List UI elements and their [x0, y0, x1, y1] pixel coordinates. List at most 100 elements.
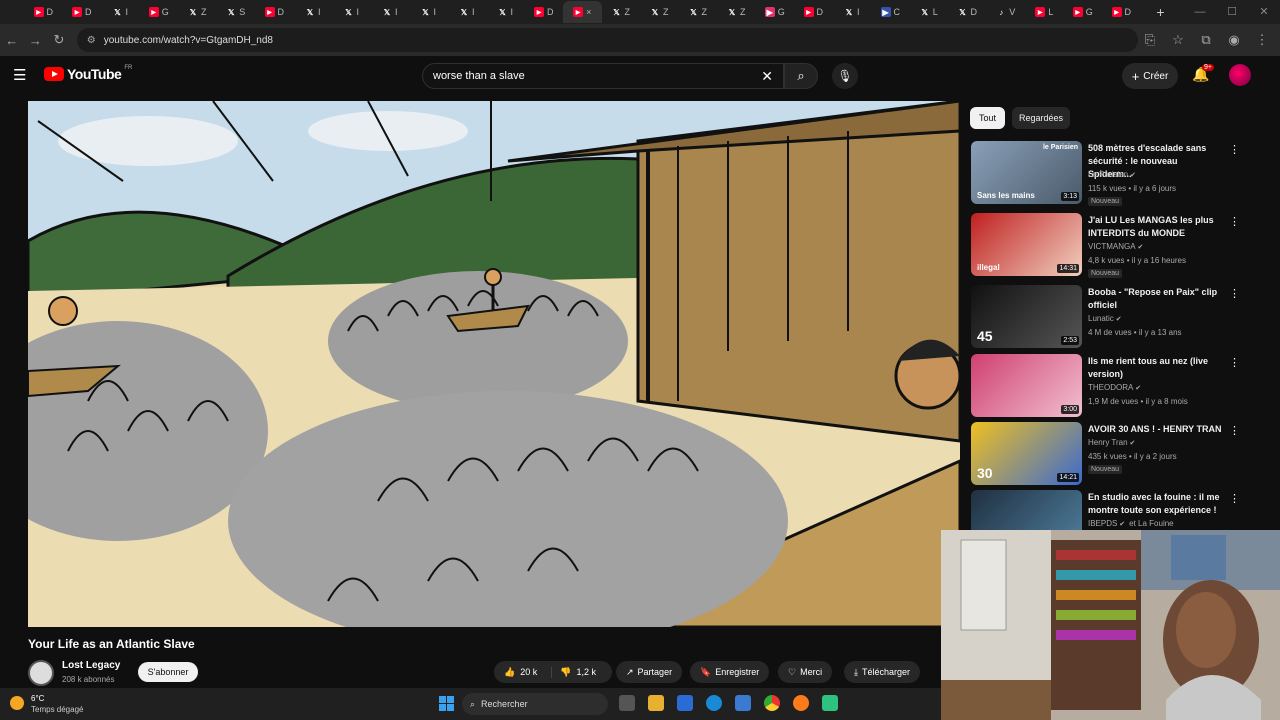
store-icon[interactable]	[735, 695, 751, 711]
more-options-icon[interactable]: ⋮	[1229, 356, 1240, 369]
bookmark-star-icon[interactable]: ☆	[1166, 32, 1190, 48]
channel-name[interactable]: Lost Legacy	[62, 660, 120, 671]
browser-tab[interactable]: ▶ G	[756, 1, 795, 23]
profile-icon[interactable]: ◉	[1222, 32, 1246, 48]
browser-tab[interactable]: 𝕏Z	[602, 1, 641, 23]
recommended-channel-name[interactable]: Lunatic ✔	[1088, 314, 1122, 323]
windows-start-icon[interactable]	[439, 696, 454, 711]
browser-tab[interactable]: 𝕏D	[948, 1, 987, 23]
search-button[interactable]: ⌕	[784, 63, 818, 89]
edge-browser-icon[interactable]	[706, 695, 722, 711]
recommended-video-title[interactable]: Ils me rient tous au nez (live version)	[1088, 355, 1223, 381]
recommended-channel-name[interactable]: Le Parisien ✔	[1088, 170, 1136, 179]
user-avatar[interactable]	[1229, 64, 1251, 86]
search-input[interactable]: worse than a slave ✕	[422, 63, 784, 89]
recommended-video[interactable]: 3:00 Ils me rient tous au nez (live versi…	[971, 354, 1241, 418]
youtube-logo[interactable]: YouTube FR	[44, 65, 132, 82]
recommended-video-title[interactable]: En studio avec la fouine : il me montre …	[1088, 491, 1223, 517]
more-options-icon[interactable]: ⋮	[1229, 143, 1240, 156]
like-button[interactable]: 👍 20 k	[494, 667, 547, 678]
create-button[interactable]: + Créer	[1122, 63, 1178, 89]
clear-search-icon[interactable]: ✕	[761, 68, 773, 85]
browser-tab[interactable]: 𝕏I	[486, 1, 525, 23]
voice-search-button[interactable]: 🎙	[832, 63, 858, 89]
video-thumbnail[interactable]: illegal 14:31	[971, 213, 1082, 276]
recommended-video-title[interactable]: AVOIR 30 ANS ! - HENRY TRAN	[1088, 423, 1223, 436]
forward-icon[interactable]: →	[24, 33, 48, 48]
browser-tab[interactable]: ▶ D	[794, 1, 833, 23]
chrome-icon[interactable]	[764, 695, 780, 711]
share-button[interactable]: ↗ Partager	[616, 661, 683, 683]
maximize-icon[interactable]: ☐	[1216, 0, 1248, 24]
browser-menu-icon[interactable]: ⋮	[1250, 32, 1274, 48]
file-explorer-icon[interactable]	[648, 695, 664, 711]
save-button[interactable]: 🔖 Enregistrer	[690, 661, 770, 683]
browser-tab[interactable]: 𝕏Z	[178, 1, 217, 23]
browser-tab[interactable]: ▶ G	[1064, 1, 1103, 23]
minimize-icon[interactable]: —	[1184, 0, 1216, 24]
browser-tab[interactable]: 𝕏Z	[640, 1, 679, 23]
browser-tab[interactable]: 𝕏S	[217, 1, 256, 23]
recommended-video[interactable]: Sans les mains le Parisien 3:13 508 mètres …	[971, 141, 1241, 206]
browser-tab[interactable]: 𝕏Z	[717, 1, 756, 23]
hamburger-menu-icon[interactable]: ☰	[13, 66, 29, 84]
back-icon[interactable]: ←	[0, 33, 24, 48]
app-icon[interactable]	[822, 695, 838, 711]
chip-all[interactable]: Tout	[970, 107, 1005, 129]
recommended-video-title[interactable]: J'ai LU Les MANGAS les plus INTERDITS du…	[1088, 214, 1223, 240]
browser-tab[interactable]: ▶ D	[24, 1, 63, 23]
video-thumbnail[interactable]: 45 2:53	[971, 285, 1082, 348]
download-button[interactable]: ⤓ Télécharger	[844, 661, 921, 683]
extensions-icon[interactable]: ⧉	[1194, 32, 1218, 48]
address-bar[interactable]: ⚙ youtube.com/watch?v=GtgamDH_nd8	[76, 28, 1138, 52]
recommended-video[interactable]: illegal 14:31 J'ai LU Les MANGAS les plus …	[971, 213, 1241, 278]
more-options-icon[interactable]: ⋮	[1229, 287, 1240, 300]
more-options-icon[interactable]: ⋮	[1229, 424, 1240, 437]
site-info-icon[interactable]: ⚙	[87, 35, 96, 46]
new-tab-button[interactable]: +	[1151, 4, 1171, 20]
channel-avatar[interactable]	[28, 660, 54, 686]
browser-tab[interactable]: ▶ ×	[563, 1, 602, 23]
browser-tab[interactable]: 𝕏I	[409, 1, 448, 23]
recommended-channel-name[interactable]: THEODORA ✔	[1088, 383, 1141, 392]
chip-watched[interactable]: Regardées	[1012, 107, 1070, 129]
recommended-channel-name[interactable]: VICTMANGA ✔	[1088, 242, 1143, 251]
browser-tab[interactable]: 𝕏I	[833, 1, 872, 23]
install-app-icon[interactable]: ⎘	[1138, 32, 1162, 48]
task-view-icon[interactable]	[619, 695, 635, 711]
browser-tab[interactable]: ▶ D	[63, 1, 102, 23]
recommended-video[interactable]: 45 2:53 Booba - "Repose en Paix" clip offi…	[971, 285, 1241, 349]
dislike-button[interactable]: 👎 1,2 k	[551, 666, 604, 678]
recommended-channel-name[interactable]: Henry Tran ✔	[1088, 438, 1135, 447]
browser-tab[interactable]: 𝕏I	[332, 1, 371, 23]
taskbar-search[interactable]: ⌕ Rechercher	[462, 693, 608, 715]
video-thumbnail[interactable]: 30 14:21	[971, 422, 1082, 485]
close-window-icon[interactable]: ✕	[1248, 0, 1280, 24]
browser-tab[interactable]: ♪ V	[987, 1, 1026, 23]
subscribe-button[interactable]: S'abonner	[138, 662, 198, 682]
more-options-icon[interactable]: ⋮	[1229, 215, 1240, 228]
browser-tab[interactable]: ▶ C	[871, 1, 910, 23]
more-options-icon[interactable]: ⋮	[1229, 492, 1240, 505]
browser-tab[interactable]: ▶ G	[140, 1, 179, 23]
video-thumbnail[interactable]: 3:00	[971, 354, 1082, 417]
video-player[interactable]	[28, 101, 960, 627]
reload-icon[interactable]: ↻	[47, 32, 71, 48]
browser-tab[interactable]: 𝕏I	[294, 1, 333, 23]
browser-tab[interactable]: ▶ D	[255, 1, 294, 23]
browser-tab[interactable]: 𝕏I	[371, 1, 410, 23]
mail-icon[interactable]	[677, 695, 693, 711]
weather-sun-icon[interactable]	[10, 696, 24, 710]
recommended-channel-name[interactable]: IBEPDS ✔ et La Fouine	[1088, 519, 1174, 528]
video-thumbnail[interactable]: Sans les mains le Parisien 3:13	[971, 141, 1082, 204]
firefox-icon[interactable]	[793, 695, 809, 711]
browser-tab[interactable]: 𝕏I	[448, 1, 487, 23]
recommended-video[interactable]: 30 14:21 AVOIR 30 ANS ! - HENRY TRAN Henry …	[971, 422, 1241, 486]
browser-tab[interactable]: ▶ D	[525, 1, 564, 23]
thanks-button[interactable]: ♡ Merci	[778, 661, 833, 683]
browser-tab[interactable]: ▶ D	[1102, 1, 1141, 23]
browser-tab[interactable]: 𝕏L	[910, 1, 949, 23]
browser-tab[interactable]: 𝕏Z	[679, 1, 718, 23]
recommended-video-title[interactable]: Booba - "Repose en Paix" clip officiel	[1088, 286, 1223, 312]
browser-tab[interactable]: ▶ L	[1025, 1, 1064, 23]
